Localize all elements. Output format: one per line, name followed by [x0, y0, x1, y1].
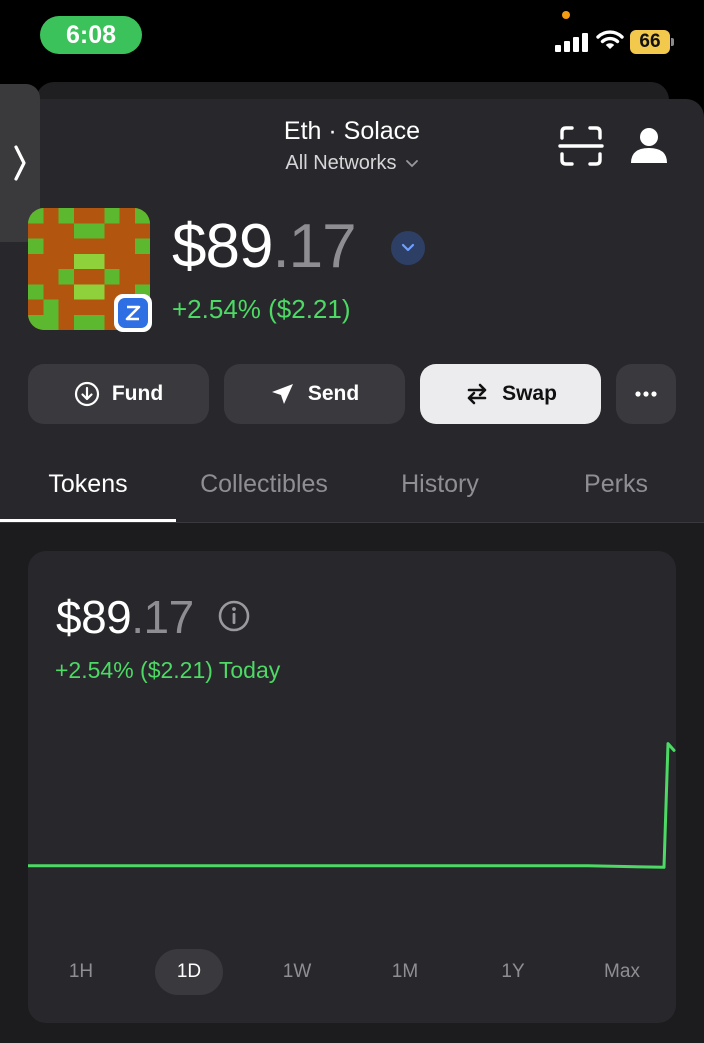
chevron-down-icon	[401, 243, 415, 252]
wifi-icon	[596, 30, 624, 49]
network-label: All Networks	[285, 152, 397, 174]
profile-icon[interactable]	[628, 125, 670, 167]
send-label: Send	[307, 382, 360, 405]
price-series-line	[28, 742, 676, 869]
chevron-down-icon	[405, 152, 419, 175]
status-time: 6:08	[40, 16, 142, 54]
range-button-max[interactable]: Max	[588, 949, 656, 995]
tab-tokens[interactable]: Tokens	[0, 470, 176, 502]
fund-label: Fund	[111, 382, 164, 405]
fund-button[interactable]: Fund	[28, 364, 209, 424]
swap-button[interactable]: Swap	[420, 364, 601, 424]
range-button-1y[interactable]: 1Y	[479, 949, 547, 995]
tab-collectibles[interactable]: Collectibles	[176, 470, 352, 502]
tab-perks[interactable]: Perks	[528, 470, 704, 502]
battery-tip	[671, 38, 674, 46]
price-line-chart[interactable]	[28, 731, 676, 931]
wallet-logo-icon	[118, 298, 148, 328]
range-button-1d[interactable]: 1D	[155, 949, 223, 995]
range-button-1h[interactable]: 1H	[47, 949, 115, 995]
fund-icon	[74, 381, 99, 407]
battery-indicator: 66	[630, 30, 670, 54]
more-icon	[635, 391, 657, 397]
scan-qr-icon[interactable]	[558, 125, 604, 167]
send-icon	[271, 384, 293, 404]
wallet-app-badge	[114, 294, 152, 332]
balance-dollars: $89	[172, 212, 273, 281]
more-button[interactable]	[616, 364, 676, 424]
cellular-signal-icon	[555, 30, 589, 52]
info-icon[interactable]	[217, 599, 251, 633]
balance-change: +2.54% ($2.21)	[172, 294, 351, 324]
balance-cents: .17	[272, 212, 356, 281]
swap-icon	[467, 383, 487, 405]
chart-balance-dollars: $89	[56, 591, 132, 643]
send-button[interactable]: Send	[224, 364, 405, 424]
chart-change: +2.54% ($2.21) Today	[55, 657, 281, 683]
swap-label: Swap	[502, 382, 557, 405]
tab-history[interactable]: History	[352, 470, 528, 502]
portfolio-chart-card: $89.17 +2.54% ($2.21) Today 1H 1D 1W 1M 1Y Ma…	[28, 551, 676, 1023]
chart-balance-cents: .17	[131, 591, 194, 643]
active-tab-indicator	[0, 519, 176, 522]
range-button-1w[interactable]: 1W	[263, 949, 331, 995]
range-button-1m[interactable]: 1M	[371, 949, 439, 995]
tab-divider	[0, 522, 704, 523]
chart-balance: $89.17	[56, 594, 194, 640]
total-balance: $89.17	[172, 216, 357, 278]
balance-dropdown-button[interactable]	[391, 231, 425, 265]
privacy-indicator-dot	[562, 11, 570, 19]
